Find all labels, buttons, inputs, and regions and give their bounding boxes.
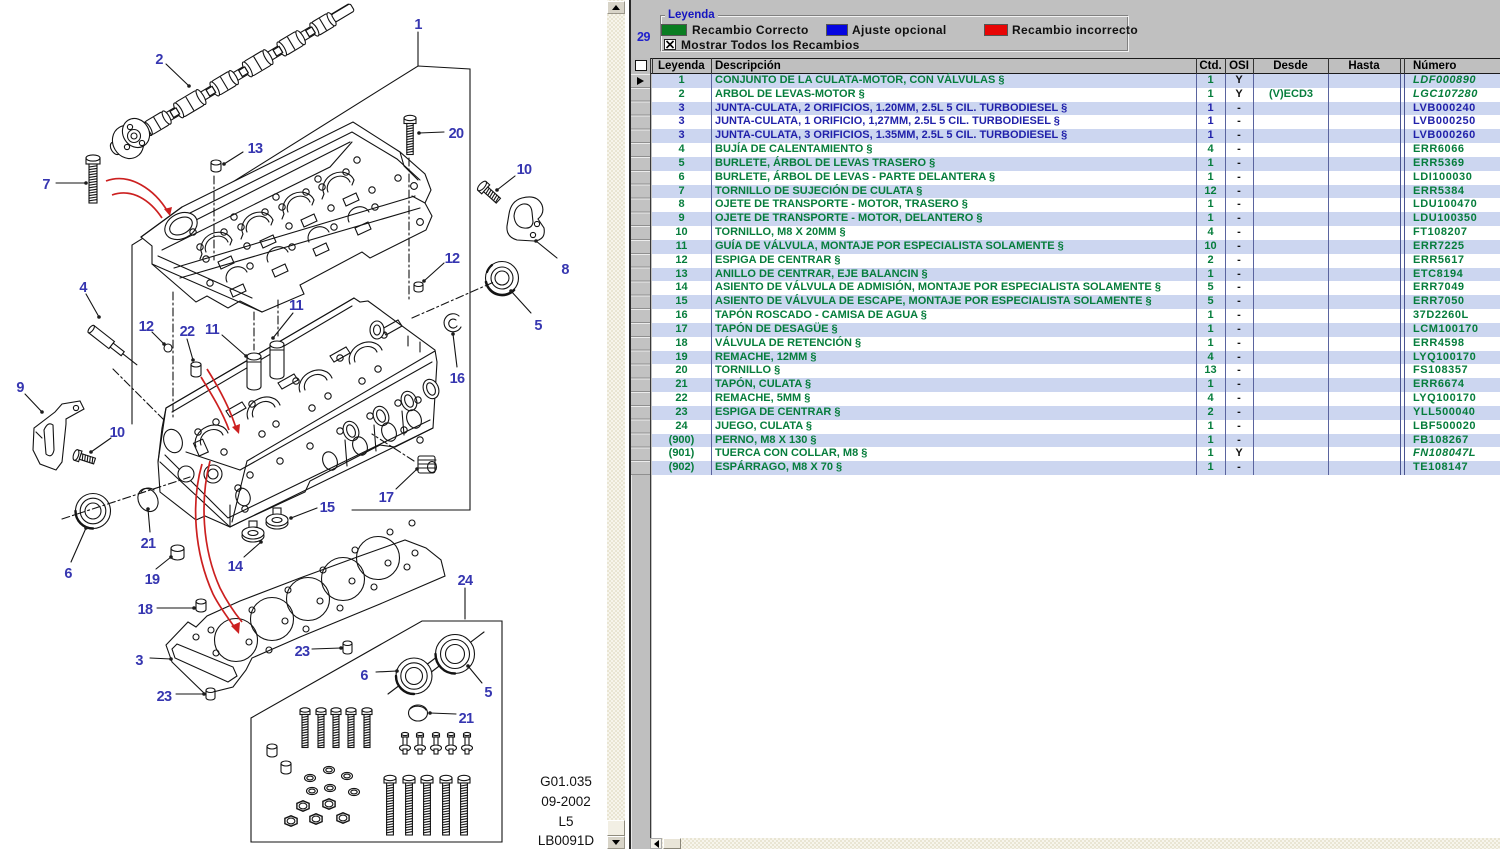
- svg-text:6: 6: [360, 668, 368, 684]
- svg-text:9: 9: [16, 380, 24, 396]
- svg-text:22: 22: [180, 324, 195, 340]
- svg-text:11: 11: [205, 322, 220, 338]
- svg-text:19: 19: [145, 572, 160, 588]
- svg-text:5: 5: [484, 685, 492, 701]
- svg-text:11: 11: [289, 298, 304, 314]
- svg-text:4: 4: [79, 280, 87, 296]
- svg-text:7: 7: [42, 177, 50, 193]
- svg-text:8: 8: [561, 262, 569, 278]
- svg-text:17: 17: [379, 490, 394, 506]
- svg-text:16: 16: [450, 371, 465, 387]
- svg-text:23: 23: [157, 689, 172, 705]
- svg-text:12: 12: [139, 319, 154, 335]
- svg-text:21: 21: [459, 711, 474, 727]
- svg-text:6: 6: [64, 566, 72, 582]
- svg-text:2: 2: [155, 52, 163, 68]
- svg-text:13: 13: [248, 141, 263, 157]
- svg-text:L5: L5: [558, 814, 573, 829]
- svg-text:20: 20: [449, 126, 464, 142]
- svg-text:5: 5: [534, 318, 542, 334]
- svg-text:10: 10: [517, 162, 532, 178]
- svg-text:10: 10: [110, 425, 125, 441]
- svg-text:18: 18: [138, 602, 153, 618]
- svg-text:24: 24: [458, 573, 473, 589]
- svg-text:12: 12: [445, 251, 460, 267]
- svg-text:15: 15: [320, 500, 335, 516]
- svg-text:21: 21: [141, 536, 156, 552]
- svg-text:23: 23: [295, 644, 310, 660]
- svg-text:LB0091D: LB0091D: [538, 833, 595, 848]
- svg-text:3: 3: [135, 653, 143, 669]
- svg-text:14: 14: [228, 559, 243, 575]
- svg-text:1: 1: [414, 17, 422, 33]
- svg-text:09-2002: 09-2002: [541, 794, 591, 809]
- svg-text:G01.035: G01.035: [540, 774, 592, 789]
